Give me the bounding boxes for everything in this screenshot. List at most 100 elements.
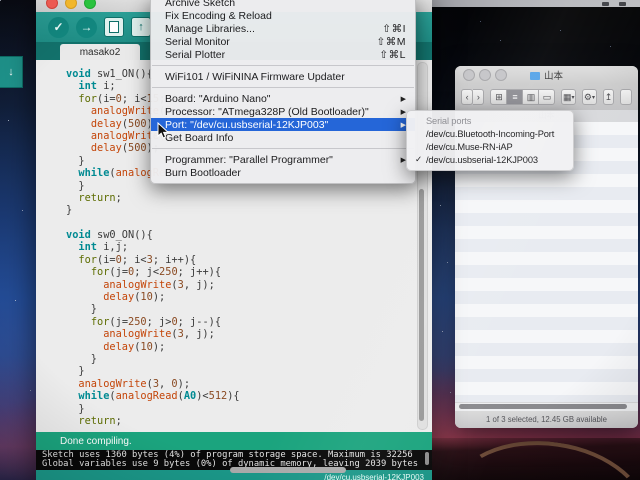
checkmark-icon: ✓ — [415, 154, 422, 164]
column-view-icon: ▥ — [526, 91, 536, 102]
icon-view-icon: ⊞ — [495, 91, 503, 102]
code-line: } — [66, 365, 85, 378]
code-line: return; — [78, 191, 122, 204]
code-line: analogWrite(3, j); — [103, 328, 215, 341]
volume-icon — [619, 1, 626, 6]
back-icon: ‹ — [465, 92, 469, 102]
menu-item-get-board-info[interactable]: Get Board Info — [151, 131, 415, 144]
forward-icon: › — [476, 92, 480, 102]
new-sketch-button[interactable] — [104, 17, 124, 37]
right-arrow-icon: → — [80, 20, 93, 34]
finder-horizontal-scrollbar[interactable] — [455, 402, 638, 411]
submenu-item-usbserial-port[interactable]: ✓ /dev/cu.usbserial-12KJP003 — [407, 153, 573, 166]
code-line: return; — [78, 414, 122, 427]
view-switcher: ⊞ ≡ ▥ ▭ — [490, 89, 556, 105]
list-view-icon: ≡ — [512, 92, 518, 102]
shortcut-label: ⇧⌘I — [382, 22, 406, 35]
ide-statusbar: /dev/cu.usbserial-12KJP003 — [36, 467, 432, 480]
check-icon: ✓ — [53, 20, 64, 34]
code-line: while(analogRead(A0)<512){ — [78, 390, 240, 403]
dropdown-icon: ▾ — [591, 94, 595, 101]
menu-item-burn-bootloader[interactable]: Burn Bootloader — [151, 166, 415, 179]
menu-item-fix-encoding[interactable]: Fix Encoding & Reload — [151, 9, 415, 22]
tab-masako2[interactable]: masako2 — [60, 44, 140, 60]
page-icon — [109, 21, 119, 33]
wifi-icon — [602, 1, 609, 6]
shortcut-label: ⇧⌘L — [379, 48, 406, 61]
menu-item-programmer[interactable]: Programmer: "Parallel Programmer" ▶ — [151, 153, 415, 166]
icon-view-button[interactable]: ⊞ — [490, 89, 508, 105]
arrange-icon: ▦ — [563, 91, 572, 102]
back-button[interactable]: ‹ — [461, 89, 474, 105]
finder-status-bar: 1 of 3 selected, 12.45 GB available — [455, 411, 638, 428]
menu-item-port[interactable]: Port: "/dev/cu.usbserial-12KJP003" ▶ — [151, 118, 415, 131]
action-button[interactable]: ⚙ ▾ — [582, 89, 597, 105]
menu-separator — [152, 65, 414, 66]
code-line: } — [66, 402, 85, 415]
menu-item-wifi101-updater[interactable]: WiFi101 / WiFiNINA Firmware Updater — [151, 70, 415, 83]
compile-status-text: Done compiling. — [60, 435, 132, 447]
finder-titlebar: 山本 — [455, 66, 638, 84]
finder-title: 山本 — [455, 68, 638, 82]
scrollbar-thumb[interactable] — [419, 189, 424, 421]
folder-icon — [529, 72, 540, 80]
menu-item-serial-monitor[interactable]: Serial Monitor ⇧⌘M — [151, 35, 415, 48]
menu-bar — [430, 0, 640, 7]
wallpaper-stars — [0, 0, 1, 1]
share-icon: ↥ — [604, 91, 613, 102]
code-line: delay(10); — [103, 340, 166, 353]
finder-toolbar: ‹ › ⊞ ≡ ▥ ▭ ▦ ▾ ⚙ ▾ ↥ — [455, 84, 638, 110]
share-button[interactable]: ↥ — [602, 89, 615, 105]
upload-button[interactable]: → — [76, 16, 97, 38]
gear-icon: ⚙ — [583, 91, 592, 102]
open-sketch-button[interactable]: ↑ — [131, 17, 151, 37]
menu-separator — [152, 148, 414, 149]
column-view-button[interactable]: ▥ — [523, 89, 540, 105]
mouse-cursor — [157, 121, 170, 145]
close-button[interactable] — [46, 0, 58, 9]
horizontal-scrollbar-thumb[interactable] — [230, 467, 346, 473]
menu-item-board[interactable]: Board: "Arduino Nano" ▶ — [151, 92, 415, 105]
code-line: } — [66, 352, 97, 365]
code-line: analogWrite(3, j); — [103, 278, 215, 291]
minimize-button[interactable] — [65, 0, 77, 9]
gallery-view-icon: ▭ — [542, 91, 552, 102]
port-submenu: Serial ports /dev/cu.Bluetooth-Incoming-… — [406, 110, 574, 171]
code-line: delay(10); — [103, 291, 166, 304]
code-line: void sw0_ON(){ — [66, 229, 153, 242]
list-view-button[interactable]: ≡ — [507, 89, 524, 105]
tab-label: masako2 — [79, 46, 121, 58]
background-window-fragment: ↓ — [0, 56, 23, 88]
console-scrollbar[interactable] — [425, 452, 429, 465]
compile-status-bar: Done compiling. — [36, 432, 432, 450]
menu-item-manage-libraries[interactable]: Manage Libraries... ⇧⌘I — [151, 22, 415, 35]
forward-button[interactable]: › — [473, 89, 485, 105]
code-line: for(j=250; j>0; j--){ — [90, 315, 222, 328]
menu-separator — [152, 87, 414, 88]
menu-item-serial-plotter[interactable]: Serial Plotter ⇧⌘L — [151, 48, 415, 61]
screen-photo: ↓ ✓ → ↑ masako2 void sw1_ON(){ int i; fo… — [0, 0, 640, 480]
submenu-item-bluetooth-port[interactable]: /dev/cu.Bluetooth-Incoming-Port — [407, 127, 573, 140]
arrange-button[interactable]: ▦ ▾ — [561, 89, 577, 105]
code-line: } — [66, 204, 73, 217]
tags-button[interactable] — [620, 89, 632, 105]
up-arrow-icon: ↑ — [138, 21, 144, 33]
dropdown-icon: ▾ — [571, 94, 575, 101]
menu-item-archive-sketch[interactable]: Archive Sketch — [151, 0, 415, 9]
scrollbar-thumb[interactable] — [459, 404, 627, 409]
gallery-view-button[interactable]: ▭ — [539, 89, 556, 105]
submenu-header-serial-ports: Serial ports — [426, 115, 472, 126]
submenu-item-muse-port[interactable]: /dev/cu.Muse-RN-iAP — [407, 140, 573, 153]
verify-button[interactable]: ✓ — [48, 16, 69, 38]
tools-menu: Archive Sketch Fix Encoding & Reload Man… — [150, 0, 416, 184]
code-line: int i,j; — [78, 241, 129, 254]
code-line: } — [66, 303, 97, 316]
statusbar-port-text: /dev/cu.usbserial-12KJP003 — [324, 472, 424, 480]
code-line: for(i=0; i<3; i++){ — [78, 253, 197, 266]
submenu-arrow-icon: ▶ — [400, 95, 406, 103]
menu-item-processor[interactable]: Processor: "ATmega328P (Old Bootloader)"… — [151, 105, 415, 118]
zoom-button[interactable] — [84, 0, 96, 9]
code-line: for(j=0; j<250; j++){ — [90, 266, 222, 279]
shortcut-label: ⇧⌘M — [376, 35, 406, 48]
